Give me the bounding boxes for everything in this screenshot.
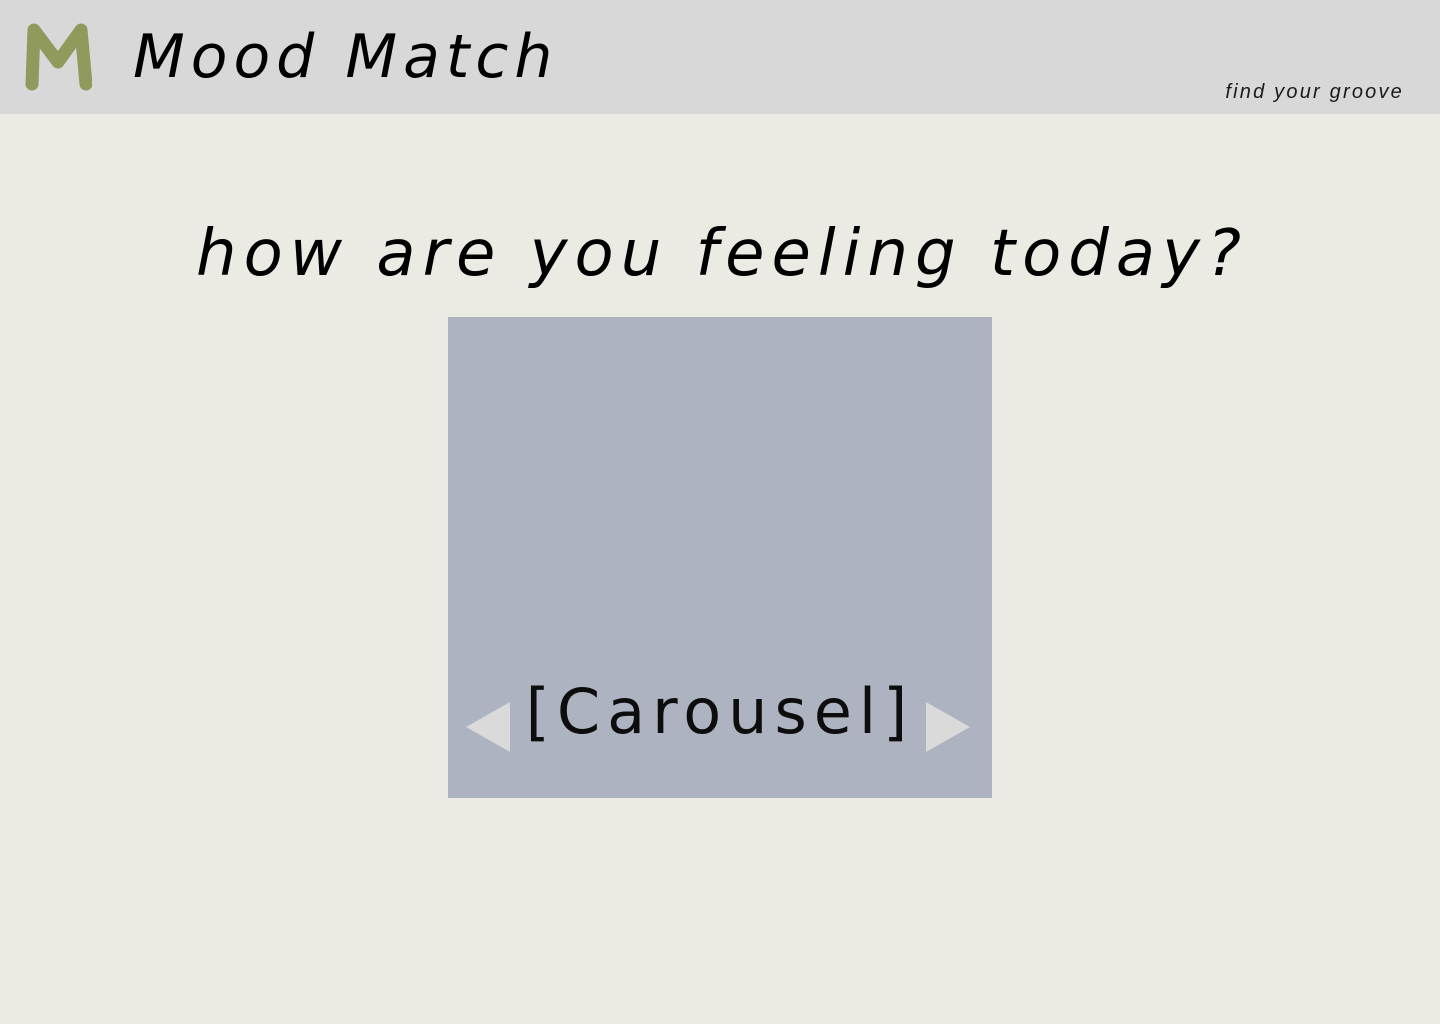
mood-question: how are you feeling today?: [196, 217, 1248, 291]
carousel-next-icon[interactable]: [924, 700, 972, 754]
app-header: Mood Match find your groove: [0, 0, 1440, 114]
mood-carousel[interactable]: [Carousel]: [448, 317, 992, 798]
logo-icon[interactable]: [24, 22, 92, 94]
carousel-placeholder-label: [Carousel]: [525, 675, 915, 748]
app-title: Mood Match: [133, 22, 559, 92]
app-tagline: find your groove: [1225, 81, 1404, 103]
